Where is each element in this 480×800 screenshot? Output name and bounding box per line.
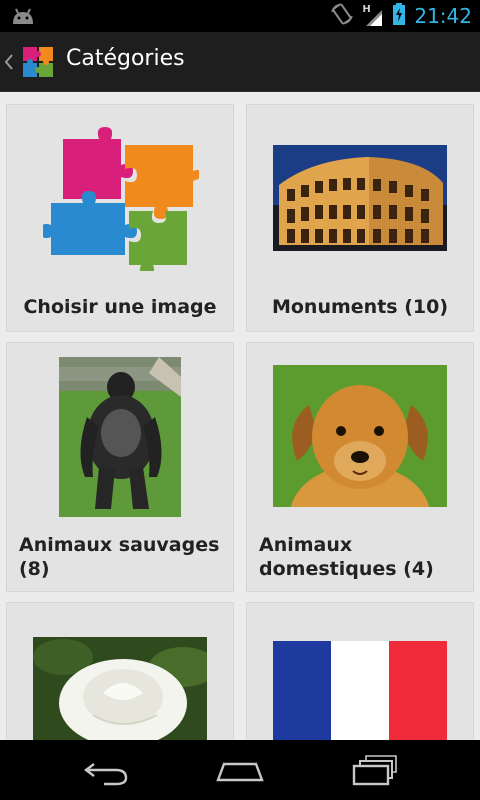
category-label: Animaux domestiques (4) bbox=[259, 534, 434, 580]
recent-apps-button[interactable] bbox=[344, 752, 404, 788]
rotation-icon bbox=[330, 2, 354, 30]
category-tile-flags[interactable] bbox=[246, 602, 474, 740]
puppy-photo bbox=[273, 365, 447, 507]
battery-charging-icon bbox=[392, 2, 406, 30]
category-tile-flowers[interactable] bbox=[6, 602, 234, 740]
signal-icon: H bbox=[362, 4, 384, 28]
french-flag-image bbox=[273, 641, 447, 740]
category-tile-choose-image[interactable]: Choisir une image bbox=[6, 104, 234, 332]
category-label: Choisir une image bbox=[23, 296, 217, 318]
android-debug-icon bbox=[10, 6, 36, 26]
clock: 21:42 bbox=[414, 4, 472, 28]
puzzle-pieces-image bbox=[41, 125, 203, 275]
category-tile-monuments[interactable]: Monuments (10) bbox=[246, 104, 474, 332]
status-bar: H 21:42 bbox=[0, 0, 480, 32]
up-chevron-icon bbox=[4, 52, 14, 72]
home-icon bbox=[214, 756, 266, 788]
status-icons: H 21:42 bbox=[330, 0, 472, 32]
category-label: Animaux sauvages (8) bbox=[19, 534, 220, 580]
action-bar: Catégories bbox=[0, 32, 480, 92]
navigation-bar bbox=[0, 740, 480, 800]
colosseum-photo bbox=[273, 145, 447, 251]
category-tile-pets[interactable]: Animaux domestiques (4) bbox=[246, 342, 474, 592]
category-label: Monuments (10) bbox=[271, 296, 449, 318]
page-title: Catégories bbox=[66, 46, 185, 71]
puzzle-app-icon bbox=[17, 41, 59, 83]
category-grid-container: Choisir une image Monuments (10) Animaux… bbox=[0, 92, 480, 740]
category-tile-wild-animals[interactable]: Animaux sauvages (8) bbox=[6, 342, 234, 592]
white-rose-photo bbox=[33, 637, 207, 740]
back-button[interactable] bbox=[76, 752, 136, 788]
home-button[interactable] bbox=[210, 752, 270, 788]
up-navigation-button[interactable] bbox=[0, 32, 62, 92]
recent-apps-icon bbox=[352, 754, 398, 790]
back-icon bbox=[82, 754, 130, 790]
gorilla-photo bbox=[59, 357, 181, 517]
